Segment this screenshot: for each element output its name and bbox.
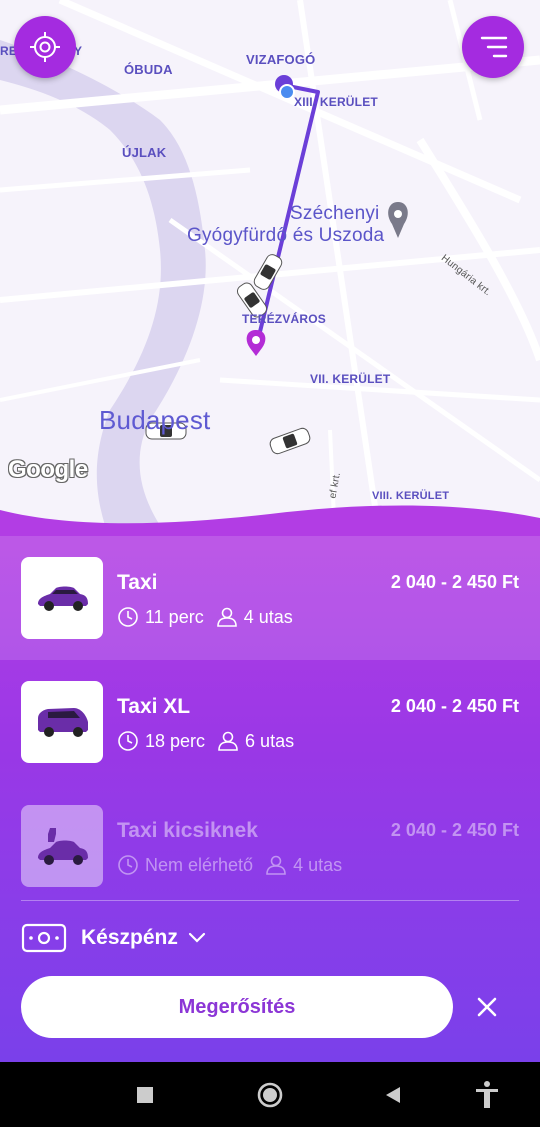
home-button[interactable] [255,1080,285,1110]
map-label-vii: VII. KERÜLET [310,372,391,386]
menu-icon [480,36,508,58]
ride-thumbnail [21,805,103,887]
recents-button[interactable] [130,1080,160,1110]
map-view[interactable]: RE Y ÓBUDA VIZAFOGÓ XIII. KERÜLET ÚJLAK … [0,0,540,540]
map-label-gyogyfurdo: Gyógyfürdő és Uszoda [187,225,385,246]
ride-price: 2 040 - 2 450 Ft [390,572,519,592]
chevron-down-icon [188,932,205,943]
ride-seats: 4 utas [243,606,293,627]
ride-seats: 4 utas [293,854,343,875]
map-label-vizafogo: VIZAFOGÓ [246,52,316,67]
clock-icon [118,855,138,875]
car-icon [38,586,88,611]
person-icon [218,731,238,751]
ride-thumbnail [21,557,103,639]
clock-icon [118,607,138,627]
person-icon [266,855,286,875]
ride-name: Taxi [117,571,158,594]
cash-icon [21,923,67,953]
back-button[interactable] [378,1080,408,1110]
person-icon [216,607,237,627]
payment-method-selector[interactable]: Készpénz [21,920,206,956]
map-label-xiii: XIII. KERÜLET [294,95,378,109]
child-seat-car-icon [38,828,88,865]
confirm-button[interactable]: Megerősítés [21,976,453,1038]
close-button[interactable] [470,990,504,1024]
ride-name: Taxi XL [117,695,191,718]
van-icon [38,708,88,737]
google-logo: Google [8,456,88,483]
divider [21,900,519,901]
ride-thumbnail [21,681,103,763]
clock-icon [118,731,138,751]
square-icon [137,1087,153,1103]
ride-eta: 18 perc [145,730,206,751]
system-nav-bar [0,1062,540,1127]
back-triangle-icon [386,1087,400,1103]
home-circle-icon [257,1082,283,1108]
ride-eta: Nem elérhető [145,854,254,875]
accessibility-button[interactable] [472,1080,502,1110]
ride-option-taxi-xl[interactable]: Taxi XL 2 040 - 2 450 Ft 18 perc 6 utas [0,660,540,784]
ride-name: Taxi kicsiknek [117,819,258,842]
locate-button[interactable] [14,16,76,78]
map-label-ujlak: ÚJLAK [122,145,167,160]
ride-price: 2 040 - 2 450 Ft [390,820,519,840]
ride-option-taxi[interactable]: Taxi 2 040 - 2 450 Ft 11 perc 4 utas [0,536,540,660]
ride-option-taxi-kids[interactable]: Taxi kicsiknek 2 040 - 2 450 Ft Nem elér… [0,784,540,908]
map-label-budapest: Budapest [99,405,211,435]
ride-eta: 11 perc [145,606,204,627]
crosshair-icon [30,32,60,62]
close-icon [477,997,497,1017]
panel-wave [0,505,540,540]
ride-price: 2 040 - 2 450 Ft [390,696,519,716]
accessibility-icon [476,1081,498,1108]
menu-button[interactable] [462,16,524,78]
payment-method-label: Készpénz [81,926,178,949]
map-label-obuda: ÓBUDA [124,62,173,77]
ride-seats: 6 utas [245,730,295,751]
map-label-terezvaros: TERÉZVÁROS [242,312,327,326]
map-label-szechenyi: Széchenyi [290,203,380,224]
